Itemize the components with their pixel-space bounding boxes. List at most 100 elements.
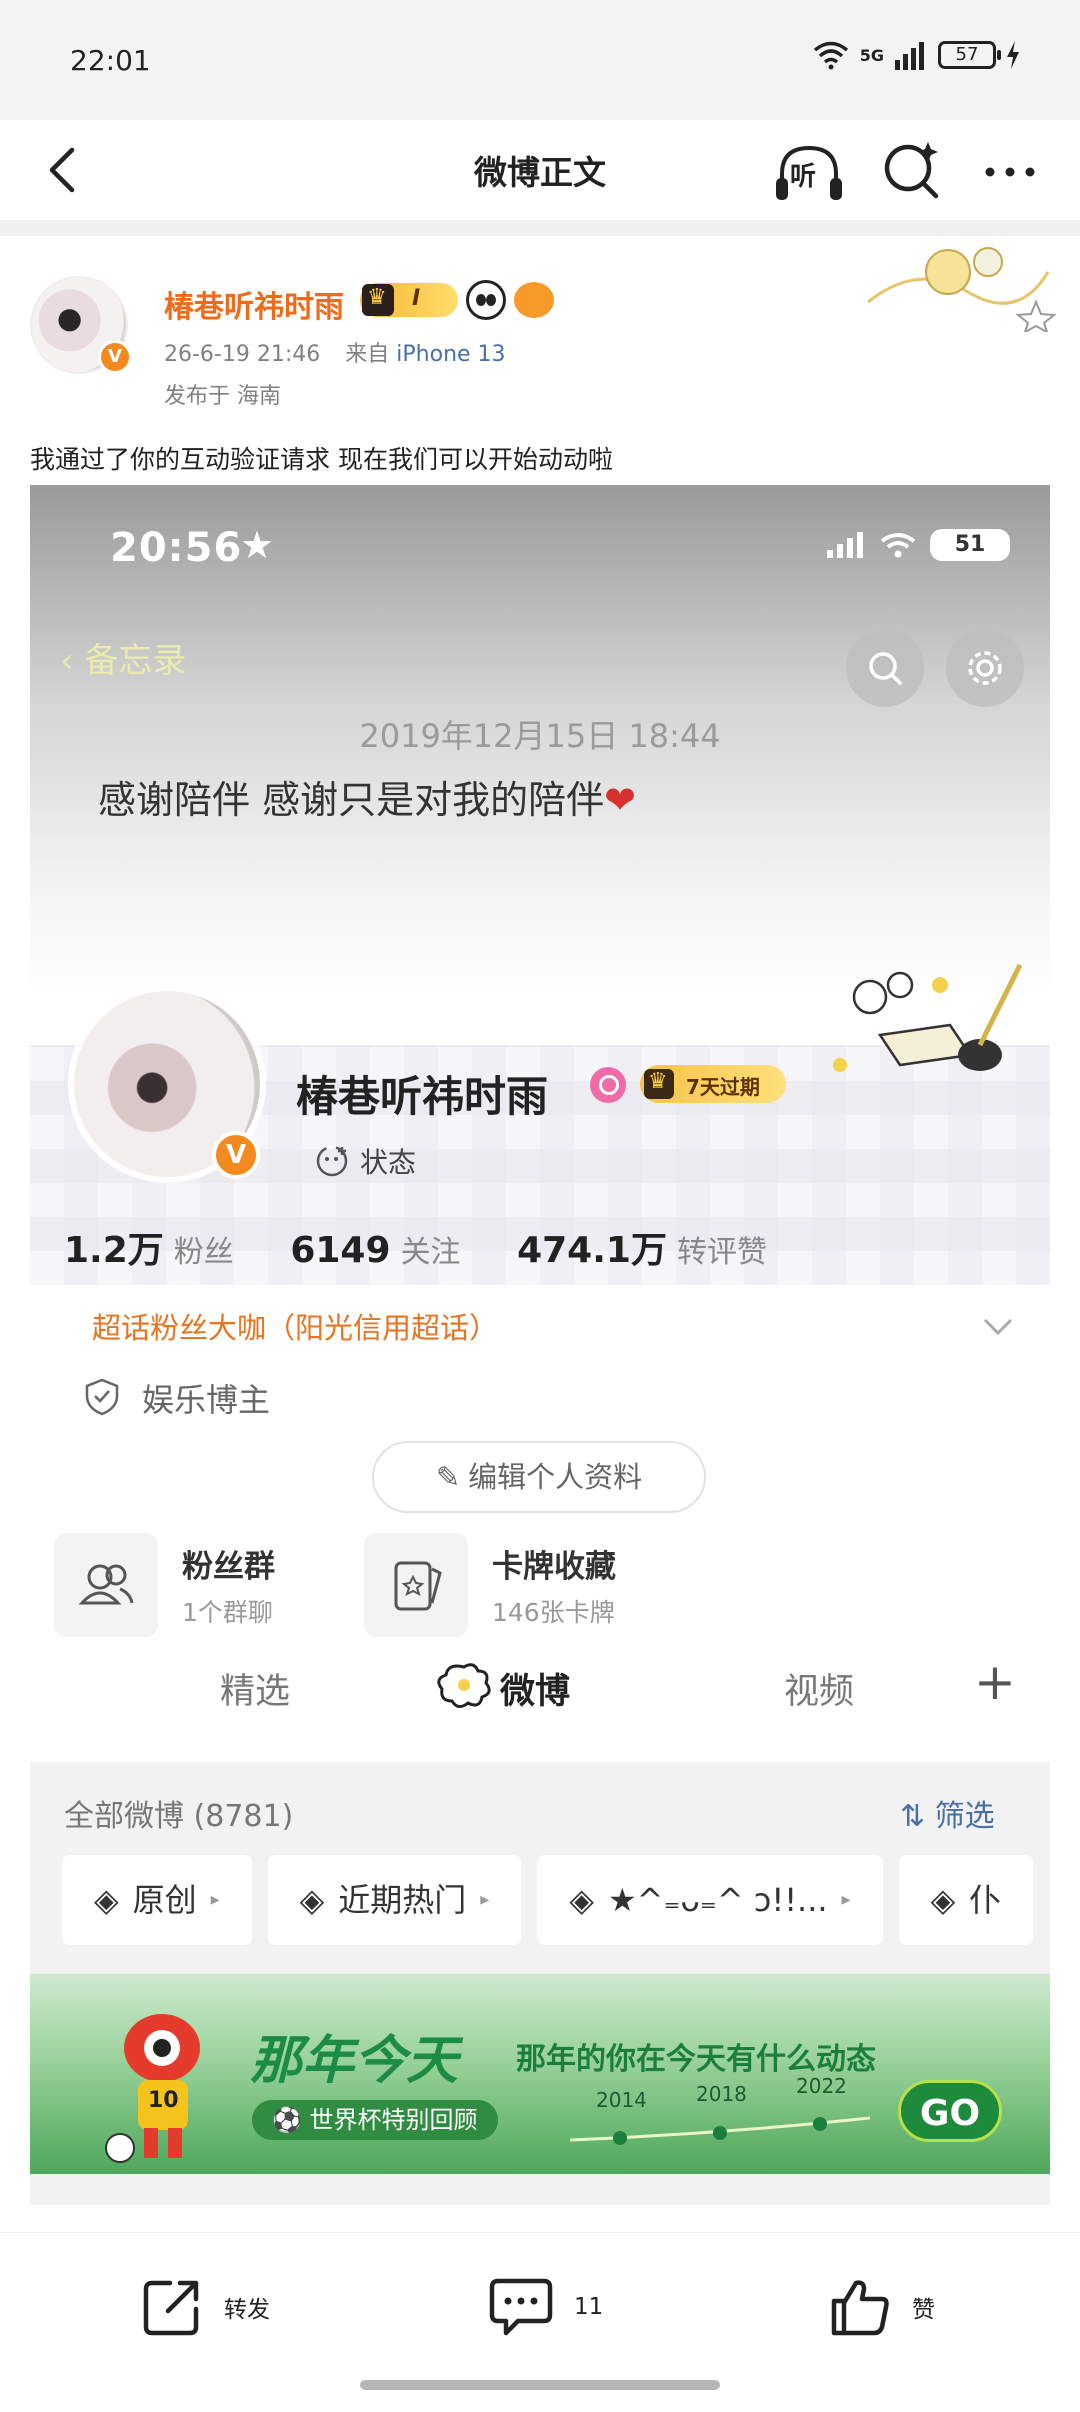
status-label: 状态 — [360, 1141, 416, 1181]
listen-label: 听 — [790, 162, 817, 192]
chip-arrow-icon: ▸ — [841, 1889, 851, 1910]
like-label: 赞 — [912, 2297, 935, 2323]
from-label: 来自 — [345, 342, 390, 367]
year-2022: 2022 — [796, 2074, 847, 2098]
layers-icon: ◈ — [930, 1881, 956, 1919]
interactions-count: 474.1万 — [517, 1230, 667, 1271]
tab-video: 视频 — [784, 1672, 855, 1712]
repost-button[interactable]: 转发 — [140, 2275, 270, 2339]
like-button[interactable]: 赞 — [828, 2275, 935, 2339]
football-icon: ⚽ — [272, 2106, 302, 2134]
author-name[interactable]: 椿巷听祎时雨 — [164, 282, 344, 326]
image-wifi-icon — [880, 533, 916, 558]
banner-go-button: GO — [898, 2080, 1002, 2142]
banner-tag-label: 世界杯特别回顾 — [309, 2106, 478, 2134]
fan-group-sub: 1个群聊 — [182, 1598, 273, 1627]
heart-icon: ❤ — [604, 778, 636, 822]
image-status-time: 20:56 — [110, 525, 243, 571]
status-add-icon — [316, 1145, 348, 1177]
image-battery: 51 — [930, 529, 1010, 561]
memo-search-icon — [869, 652, 902, 685]
followers-count: 1.2万 — [64, 1230, 164, 1271]
add-tab-icon: + — [974, 1653, 1016, 1711]
chip-label: 近期热门 — [338, 1881, 467, 1919]
post-image[interactable]: 20:56 ★ 51 ‹ 备忘录 2019年12月15日 18:44 感谢陪伴 … — [30, 485, 1050, 2205]
mascot-number: 10 — [148, 2088, 179, 2113]
chip-label: ★^₌ᴗ₌^ ɔ!!... — [607, 1881, 828, 1919]
profile-stats: 1.2万 粉丝 6149 关注 474.1万 转评赞 — [64, 1221, 811, 1273]
following-label: 关注 — [400, 1235, 461, 1270]
home-indicator[interactable] — [360, 2380, 720, 2390]
comment-count: 11 — [574, 2294, 604, 2320]
chip-arrow-icon: ▸ — [210, 1889, 220, 1910]
filter-label: 筛选 — [934, 1799, 995, 1834]
chevron-down-icon — [983, 1318, 1013, 1336]
comment-button[interactable]: 11 — [488, 2275, 603, 2339]
thumbs-up-icon — [831, 2280, 889, 2336]
search-icon[interactable] — [878, 136, 946, 204]
post-location: 发布于 海南 — [164, 384, 281, 409]
layers-icon: ◈ — [94, 1881, 119, 1919]
profile-tabs: 精选 微博 视频 + — [30, 1645, 1050, 1735]
chip-arrow-icon: ▸ — [480, 1889, 490, 1910]
year-2014: 2014 — [596, 2088, 647, 2112]
group-icon — [54, 1533, 158, 1637]
followers-label: 粉丝 — [173, 1235, 234, 1270]
profile-vip-label: 7天过期 — [686, 1075, 760, 1099]
post-text: 我通过了你的互动验证请求 现在我们可以开始动动啦 — [30, 445, 613, 474]
share-icon — [143, 2280, 199, 2336]
memo-back-link: ‹ 备忘录 — [60, 641, 187, 681]
all-posts-count: 全部微博 (8781) — [64, 1799, 294, 1834]
shield-icon — [85, 1378, 119, 1416]
fish-icon — [514, 282, 554, 318]
filter-chips: ◈ 原创 ▸ ◈ 近期热门 ▸ ◈ ★^₌ᴗ₌^ ɔ!!... ▸ ◈ 仆 — [62, 1855, 1034, 1945]
star-icon: ★ — [240, 523, 275, 567]
lens-icon — [590, 1067, 626, 1103]
status-text: 状态 — [360, 1146, 417, 1179]
banner-subtitle: 那年的你在今天有什么动态 — [516, 2042, 876, 2077]
card-collection-title: 卡牌收藏 — [492, 1549, 616, 1585]
cards-icon — [364, 1533, 468, 1637]
crown-icon — [362, 284, 394, 316]
memo-settings-button — [946, 629, 1024, 707]
memo-back-label: 备忘录 — [84, 641, 187, 681]
fan-group-title: 粉丝群 — [182, 1549, 275, 1585]
status-bar: 22:01 5G 57 — [0, 0, 1080, 120]
memo-date: 2019年12月15日 18:44 — [359, 717, 721, 755]
interactions-label: 转评赞 — [676, 1235, 767, 1270]
edit-profile-label: 编辑个人资料 — [468, 1460, 643, 1494]
memo-search-button — [846, 629, 924, 707]
device-link[interactable]: iPhone 13 — [396, 342, 505, 367]
listen-button[interactable]: 听 — [772, 136, 846, 210]
battery-indicator: 57 — [938, 41, 1001, 69]
post-meta: 26-6-19 21:46 来自 iPhone 13 — [164, 336, 506, 368]
edit-profile-button: ✎ 编辑个人资料 — [372, 1441, 706, 1513]
status-icons: 5G 57 — [812, 40, 1020, 70]
repost-label: 转发 — [224, 2297, 270, 2323]
gear-icon — [968, 651, 1002, 685]
nav-bar: 微博正文 听 — [0, 120, 1080, 220]
card-collection-card: 卡牌收藏 146张卡牌 — [364, 1533, 664, 1643]
more-icon[interactable] — [978, 140, 1042, 204]
image-signal-icon — [827, 532, 863, 558]
profile-vip-badge: 7天过期 — [640, 1065, 786, 1103]
wifi-icon — [813, 41, 848, 70]
post-date: 26-6-19 21:46 — [164, 342, 321, 367]
layers-icon: ◈ — [569, 1881, 594, 1919]
chip-label: 原创 — [132, 1881, 197, 1919]
banner-title: 那年今天 — [250, 2031, 459, 2091]
profile-name: 椿巷听祎时雨 — [296, 1072, 549, 1121]
image-status-icons: 51 — [826, 529, 1010, 561]
memories-banner: 10 那年今天 那年的你在今天有什么动态 ⚽ 世界杯特别回顾 2014 2018… — [30, 1974, 1050, 2174]
chip-original: ◈ 原创 ▸ — [62, 1855, 252, 1945]
tab-weibo: 微博 — [500, 1672, 571, 1712]
mascot-icon — [105, 2014, 200, 2163]
chip-recent-hot: ◈ 近期热门 ▸ — [267, 1855, 522, 1945]
filter-icon: ⇅ — [900, 1799, 926, 1834]
chip-more: ◈ 仆 — [898, 1855, 1034, 1945]
banner-tag: ⚽ 世界杯特别回顾 — [252, 2100, 498, 2140]
inkwell-decoration-icon — [833, 963, 1023, 1072]
memo-text: 感谢陪伴 感谢只是对我的陪伴 — [98, 778, 605, 822]
vip-badge[interactable]: I — [360, 283, 458, 317]
filter-button: ⇅ 筛选 — [900, 1791, 995, 1835]
